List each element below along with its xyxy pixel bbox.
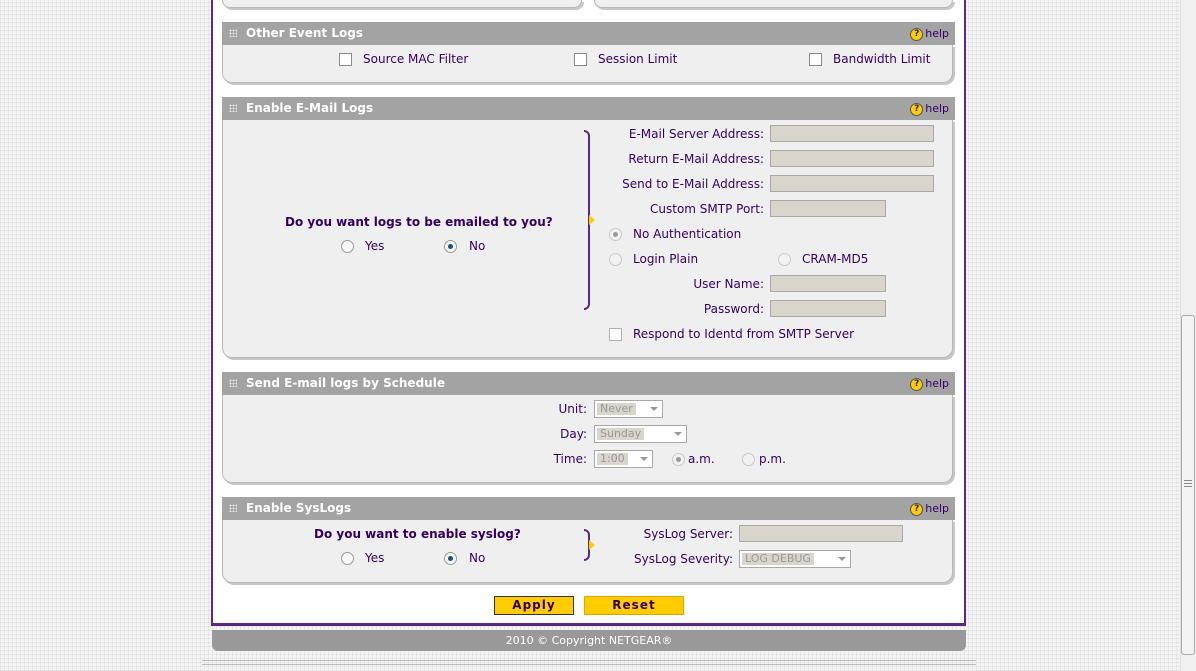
panel-body: Do you want to enable syslog? Yes No Sys… xyxy=(222,520,953,583)
chevron-down-icon xyxy=(674,432,682,436)
panel-header: Other Event Logs ? help xyxy=(222,22,955,45)
panel-body: Do you want logs to be emailed to you? Y… xyxy=(222,120,953,358)
email-no-label: No xyxy=(469,239,486,253)
chevron-down-icon xyxy=(640,457,648,461)
syslog-server-label: SysLog Server: xyxy=(643,527,733,541)
session-limit-label: Session Limit xyxy=(598,52,678,66)
identd-checkbox[interactable] xyxy=(609,328,622,341)
syslog-severity-select[interactable]: LOG DEBUG xyxy=(739,550,851,568)
previous-panel-left-edge xyxy=(222,0,582,8)
login-plain-label: Login Plain xyxy=(633,252,699,266)
time-select[interactable]: 1:00 xyxy=(594,450,653,468)
password-input[interactable] xyxy=(770,300,886,317)
panel-title: Other Event Logs xyxy=(246,26,363,40)
syslog-question: Do you want to enable syslog? xyxy=(314,527,521,541)
syslog-yes-label: Yes xyxy=(365,551,385,565)
panel-title: Send E-mail logs by Schedule xyxy=(246,376,445,390)
grip-icon xyxy=(229,504,237,512)
no-authentication-label: No Authentication xyxy=(633,227,742,241)
chevron-down-icon xyxy=(650,407,658,411)
am-radio[interactable] xyxy=(672,453,685,466)
session-limit-checkbox[interactable] xyxy=(574,53,587,66)
user-name-label: User Name: xyxy=(693,277,764,291)
cram-md5-label: CRAM-MD5 xyxy=(802,252,869,266)
panel-header: Enable SysLogs ? help xyxy=(222,497,955,520)
grip-icon xyxy=(229,104,237,112)
pm-label: p.m. xyxy=(759,452,786,466)
pointer-arrow-icon xyxy=(589,540,595,550)
email-server-input[interactable] xyxy=(770,125,934,142)
unit-label: Unit: xyxy=(558,402,587,416)
time-label: Time: xyxy=(553,452,587,466)
panel-body: Source MAC Filter Session Limit Bandwidt… xyxy=(222,45,953,83)
no-authentication-radio[interactable] xyxy=(609,228,622,241)
password-label: Password: xyxy=(703,302,764,316)
help-link[interactable]: ? help xyxy=(910,22,949,45)
unit-select[interactable]: Never xyxy=(594,400,663,418)
panel-header: Send E-mail logs by Schedule ? help xyxy=(222,372,955,395)
cram-md5-radio[interactable] xyxy=(778,253,791,266)
panel-title: Enable E-Mail Logs xyxy=(246,101,374,115)
identd-label: Respond to Identd from SMTP Server xyxy=(633,327,855,341)
email-no-radio[interactable] xyxy=(444,240,457,253)
syslog-severity-label: SysLog Severity: xyxy=(634,552,733,566)
copyright-footer: 2010 © Copyright NETGEAR® xyxy=(212,630,966,651)
grip-icon xyxy=(229,29,237,37)
day-label: Day: xyxy=(560,427,587,441)
return-email-label: Return E-Mail Address: xyxy=(628,152,764,166)
syslog-server-input[interactable] xyxy=(739,525,903,542)
email-question: Do you want logs to be emailed to you? xyxy=(285,215,553,229)
email-yes-label: Yes xyxy=(365,239,385,253)
send-to-email-input[interactable] xyxy=(770,175,934,192)
user-name-input[interactable] xyxy=(770,275,886,292)
send-to-email-label: Send to E-Mail Address: xyxy=(622,177,764,191)
smtp-port-input[interactable] xyxy=(770,200,886,217)
help-link[interactable]: ? help xyxy=(910,497,949,520)
scrollbar-grip-icon xyxy=(1184,478,1192,487)
day-select[interactable]: Sunday xyxy=(594,425,687,443)
source-mac-filter-label: Source MAC Filter xyxy=(363,52,469,66)
syslog-no-label: No xyxy=(469,551,486,565)
reset-button[interactable]: Reset xyxy=(584,596,684,615)
return-email-input[interactable] xyxy=(770,150,934,167)
help-icon: ? xyxy=(910,377,924,391)
source-mac-filter-checkbox[interactable] xyxy=(339,53,352,66)
help-icon: ? xyxy=(910,502,924,516)
panel-title: Enable SysLogs xyxy=(246,501,352,515)
bandwidth-limit-checkbox[interactable] xyxy=(809,53,822,66)
apply-button[interactable]: Apply xyxy=(494,596,574,615)
email-yes-radio[interactable] xyxy=(341,240,354,253)
syslog-yes-radio[interactable] xyxy=(341,552,354,565)
panel-body: Unit: Never Day: Sunday Time: 1:00 a.m. … xyxy=(222,395,953,483)
panel-header: Enable E-Mail Logs ? help xyxy=(222,97,955,120)
bottom-divider xyxy=(202,660,976,665)
help-link[interactable]: ? help xyxy=(910,372,949,395)
syslog-no-radio[interactable] xyxy=(444,552,457,565)
bandwidth-limit-label: Bandwidth Limit xyxy=(833,52,931,66)
help-icon: ? xyxy=(910,27,924,41)
login-plain-radio[interactable] xyxy=(609,253,622,266)
help-link[interactable]: ? help xyxy=(910,97,949,120)
am-label: a.m. xyxy=(688,452,715,466)
grip-icon xyxy=(229,379,237,387)
smtp-port-label: Custom SMTP Port: xyxy=(650,202,764,216)
pm-radio[interactable] xyxy=(742,453,755,466)
chevron-down-icon xyxy=(838,557,846,561)
pointer-arrow-icon xyxy=(589,215,595,225)
email-server-label: E-Mail Server Address: xyxy=(628,127,764,141)
previous-panel-right-edge xyxy=(594,0,953,8)
help-icon: ? xyxy=(910,102,924,116)
